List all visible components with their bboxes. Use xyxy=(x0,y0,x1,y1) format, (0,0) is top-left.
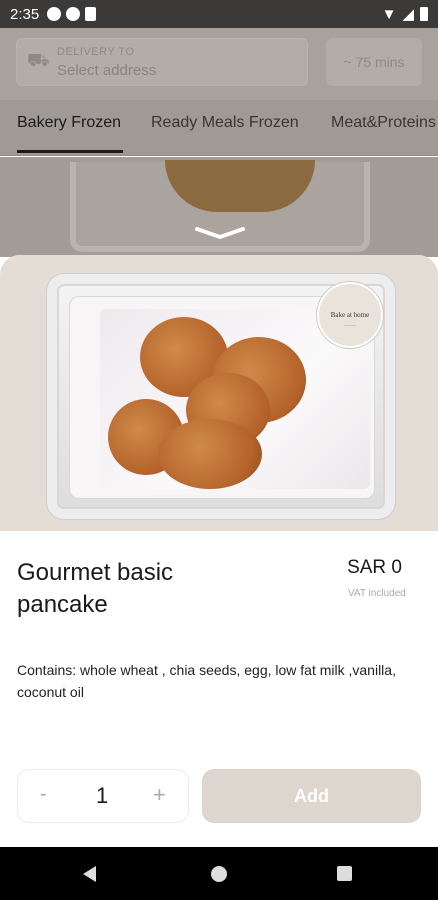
truck-icon: ⛟ xyxy=(27,50,50,70)
battery-saver-icon xyxy=(85,7,97,21)
product-description: Contains: whole wheat , chia seeds, egg,… xyxy=(17,662,396,700)
product-title: Gourmet basic pancake xyxy=(17,559,174,618)
status-time: 2:35 xyxy=(10,5,40,23)
battery-icon xyxy=(420,7,428,21)
home-icon[interactable] xyxy=(211,866,227,882)
status-bar: 2:35 ▼ ◢ xyxy=(0,0,438,28)
chevron-down-icon[interactable] xyxy=(194,226,246,240)
brand-seal: Bake at home ——— xyxy=(317,282,383,348)
notification-icon xyxy=(47,7,62,21)
product-image-area: Bake at home ——— xyxy=(0,255,438,531)
tab-bakery-frozen[interactable]: Bakery Frozen xyxy=(17,114,121,132)
seal-small-print: ——— xyxy=(344,322,356,327)
back-icon[interactable] xyxy=(83,866,96,882)
delivery-value: Select address xyxy=(57,61,157,79)
category-tabs: Bakery Frozen Ready Meals Frozen Meat&Pr… xyxy=(0,100,438,156)
tab-meat-proteins[interactable]: Meat&Proteins xyxy=(331,114,436,132)
system-icons: ▼ ◢ xyxy=(382,5,428,23)
tab-ready-meals-frozen[interactable]: Ready Meals Frozen xyxy=(151,114,299,132)
eta-badge: ~ 75 mins xyxy=(326,38,422,86)
notification-icon xyxy=(66,7,81,21)
delivery-address-selector[interactable]: ⛟ DELIVERY TO Select address xyxy=(16,38,308,86)
pancake xyxy=(158,419,262,489)
quantity-value: 1 xyxy=(96,783,109,808)
navigation-bar xyxy=(0,847,438,900)
delivery-label: DELIVERY TO xyxy=(57,45,135,58)
seal-text: Bake at home xyxy=(330,311,370,319)
quantity-stepper: - 1 + xyxy=(17,769,189,823)
product-image: Bake at home ——— xyxy=(46,273,396,520)
increase-quantity-button[interactable]: + xyxy=(153,782,166,808)
vat-note: VAT included xyxy=(348,588,406,599)
product-detail-sheet: Bake at home ——— Gourmet basic pancake S… xyxy=(0,255,438,847)
decrease-quantity-button[interactable]: - xyxy=(40,783,47,806)
active-tab-indicator xyxy=(17,150,123,153)
wifi-icon: ▼ xyxy=(381,5,397,23)
product-price: SAR 0 xyxy=(347,557,402,578)
signal-icon: ◢ xyxy=(402,6,414,23)
recent-apps-icon[interactable] xyxy=(337,866,352,881)
add-to-cart-button[interactable]: Add xyxy=(202,769,421,823)
